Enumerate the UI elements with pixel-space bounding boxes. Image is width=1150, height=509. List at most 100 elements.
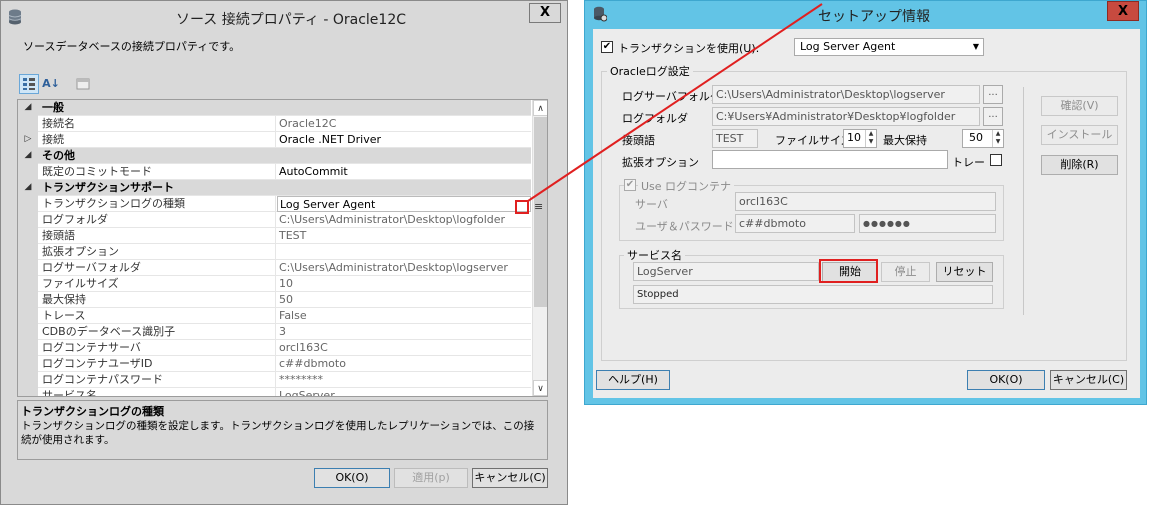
ellipsis-button[interactable]: ≡ [534,200,543,213]
grid-property-row[interactable]: CDBのデータベース識別子 3 [18,324,531,340]
spin-up-icon[interactable]: ▲ [866,130,876,138]
scroll-down-button[interactable]: ∨ [533,380,547,396]
server-field[interactable]: orcl163C [735,192,996,211]
user-field[interactable]: c##dbmoto [735,214,855,233]
property-value[interactable]: Oracle12C [277,116,531,132]
property-value[interactable]: 3 [277,324,531,340]
property-value[interactable]: Log Server Agent [277,196,531,212]
log-server-folder-browse-button[interactable]: ... [983,85,1003,104]
property-value[interactable] [277,244,531,260]
use-transaction-checkbox[interactable]: ✔ [601,41,613,53]
trace-checkbox[interactable] [990,154,1002,166]
property-value[interactable]: 50 [277,292,531,308]
confirm-button[interactable]: 確認(V) [1041,96,1118,116]
log-server-folder-field[interactable]: C:\Users\Administrator\Desktop\logserver [712,85,980,104]
file-size-spin-buttons[interactable]: ▲ ▼ [865,130,876,147]
help-title: トランザクションログの種類 [21,405,164,418]
grid-property-row[interactable]: サービス名 LogServer [18,388,531,396]
alphabetical-view-button[interactable]: A↓ [41,74,61,94]
grid-property-row[interactable]: 既定のコミットモード AutoCommit [18,164,531,180]
service-name-field[interactable]: LogServer [633,262,819,281]
property-value[interactable]: False [277,308,531,324]
property-value[interactable]: AutoCommit [277,164,531,180]
expander-icon[interactable]: ▷ [18,132,38,148]
grid-property-row[interactable]: 拡張オプション [18,244,531,260]
database-gear-icon [594,6,607,22]
property-help-panel: トランザクションログの種類 トランザクションログの種類を設定します。トランザクシ… [17,400,548,460]
ok-button[interactable]: OK(O) [967,370,1045,390]
property-value[interactable]: C:\Users\Administrator\Desktop\logserver [277,260,531,276]
max-keep-stepper[interactable]: 50 ▲ ▼ [962,129,1004,148]
close-button[interactable]: X [1107,1,1139,21]
grid-property-row[interactable]: ログサーバフォルダ C:\Users\Administrator\Desktop\… [18,260,531,276]
max-keep-spin-buttons[interactable]: ▲ ▼ [992,130,1003,147]
use-log-container-checkbox[interactable]: ✔ [624,179,636,191]
grid-category-row[interactable]: ◢ 一般 [18,100,531,116]
property-name: ログフォルダ [38,212,276,228]
property-value[interactable]: Oracle .NET Driver [277,132,531,148]
transaction-type-select[interactable]: Log Server Agent ▼ [794,38,984,56]
apply-button[interactable]: 適用(p) [394,468,468,488]
extended-options-field[interactable] [712,150,948,169]
grid-category-row[interactable]: ◢ その他 [18,148,531,164]
property-value[interactable]: orcl163C [277,340,531,356]
property-value[interactable]: TEST [277,228,531,244]
property-grid[interactable]: ◢ 一般 接続名 Oracle12C ▷ 接続 Oracle .NET Driver ◢ その他… [17,99,548,397]
prefix-field[interactable]: TEST [712,129,758,148]
grid-property-row[interactable]: ログコンテナユーザID c##dbmoto [18,356,531,372]
cancel-button[interactable]: キャンセル(C) [472,468,548,488]
row-gutter [18,388,38,396]
database-icon [8,9,22,25]
categorized-view-button[interactable] [19,74,39,94]
log-folder-browse-button[interactable]: ... [983,107,1003,126]
file-size-stepper[interactable]: 10 ▲ ▼ [843,129,877,148]
expander-icon[interactable]: ◢ [18,100,38,116]
spin-down-icon[interactable]: ▼ [866,138,876,146]
grid-property-row[interactable]: トレース False [18,308,531,324]
row-gutter [18,196,38,212]
close-button[interactable]: X [529,3,561,23]
expander-icon[interactable]: ◢ [18,148,38,164]
property-pages-button[interactable] [73,74,93,94]
grid-property-row[interactable]: トランザクションログの種類 Log Server Agent [18,196,531,212]
user-password-label: ユーザ＆パスワード [635,220,734,233]
row-gutter [18,356,38,372]
property-value[interactable]: 10 [277,276,531,292]
spin-up-icon[interactable]: ▲ [993,130,1003,138]
grid-property-row[interactable]: ログコンテナパスワード ******** [18,372,531,388]
categorized-icon [23,78,35,90]
title-bar: ソース 接続プロパティ - Oracle12C X [1,1,567,33]
grid-category-row[interactable]: ◢ トランザクションサポート [18,180,531,196]
grid-property-row[interactable]: ログコンテナサーバ orcl163C [18,340,531,356]
property-value[interactable]: LogServer [277,388,531,396]
install-button[interactable]: インストール [1041,125,1118,145]
property-value[interactable]: ******** [277,372,531,388]
grid-property-row[interactable]: ▷ 接続 Oracle .NET Driver [18,132,531,148]
delete-button[interactable]: 削除(R) [1041,155,1118,175]
property-name: ログコンテナユーザID [38,356,276,372]
grid-property-row[interactable]: ファイルサイズ 10 [18,276,531,292]
grid-property-row[interactable]: 最大保持 50 [18,292,531,308]
spin-down-icon[interactable]: ▼ [993,138,1003,146]
password-field[interactable]: ●●●●●● [859,214,996,233]
cancel-button[interactable]: キャンセル(C) [1050,370,1127,390]
expander-icon[interactable]: ◢ [18,180,38,196]
start-button[interactable]: 開始 [822,262,878,282]
scroll-up-button[interactable]: ∧ [533,100,547,116]
property-name: 最大保持 [38,292,276,308]
property-value[interactable]: c##dbmoto [277,356,531,372]
property-value[interactable]: C:\Users\Administrator\Desktop\logfolder [277,212,531,228]
reset-button[interactable]: リセット [936,262,993,282]
ok-button[interactable]: OK(O) [314,468,390,488]
grid-property-row[interactable]: ログフォルダ C:\Users\Administrator\Desktop\log… [18,212,531,228]
window-title: セットアップ情報 [818,9,930,25]
vertical-scrollbar[interactable]: ∧ ∨ [532,100,547,396]
stop-button[interactable]: 停止 [881,262,930,282]
log-folder-field[interactable]: C:¥Users¥Administrator¥Desktop¥logfolder [712,107,980,126]
property-pages-icon [76,78,90,90]
grid-property-row[interactable]: 接頭語 TEST [18,228,531,244]
row-gutter [18,116,38,132]
window-title: ソース 接続プロパティ - Oracle12C [176,12,407,28]
help-button[interactable]: ヘルプ(H) [596,370,670,390]
grid-property-row[interactable]: 接続名 Oracle12C [18,116,531,132]
